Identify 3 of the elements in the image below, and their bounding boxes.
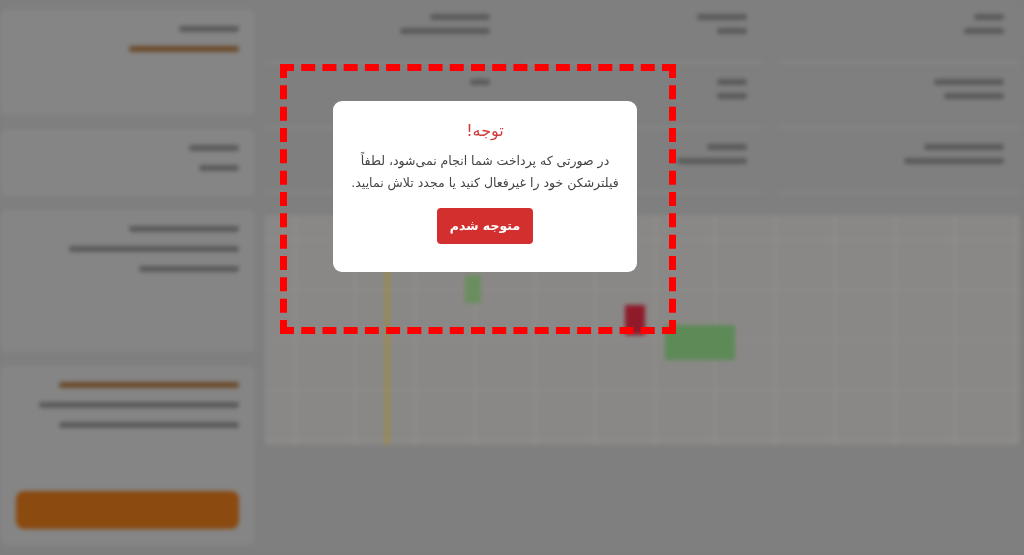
dialog-message: در صورتی که پرداخت شما انجام نمی‌شود، لطفاً فیلترشکن خود را غیرفعال کنید یا مجدد تلاش نمایید. [350,151,620,193]
confirm-button[interactable]: متوجه شدم [437,207,533,244]
dialog-title: توجه! [466,121,504,140]
